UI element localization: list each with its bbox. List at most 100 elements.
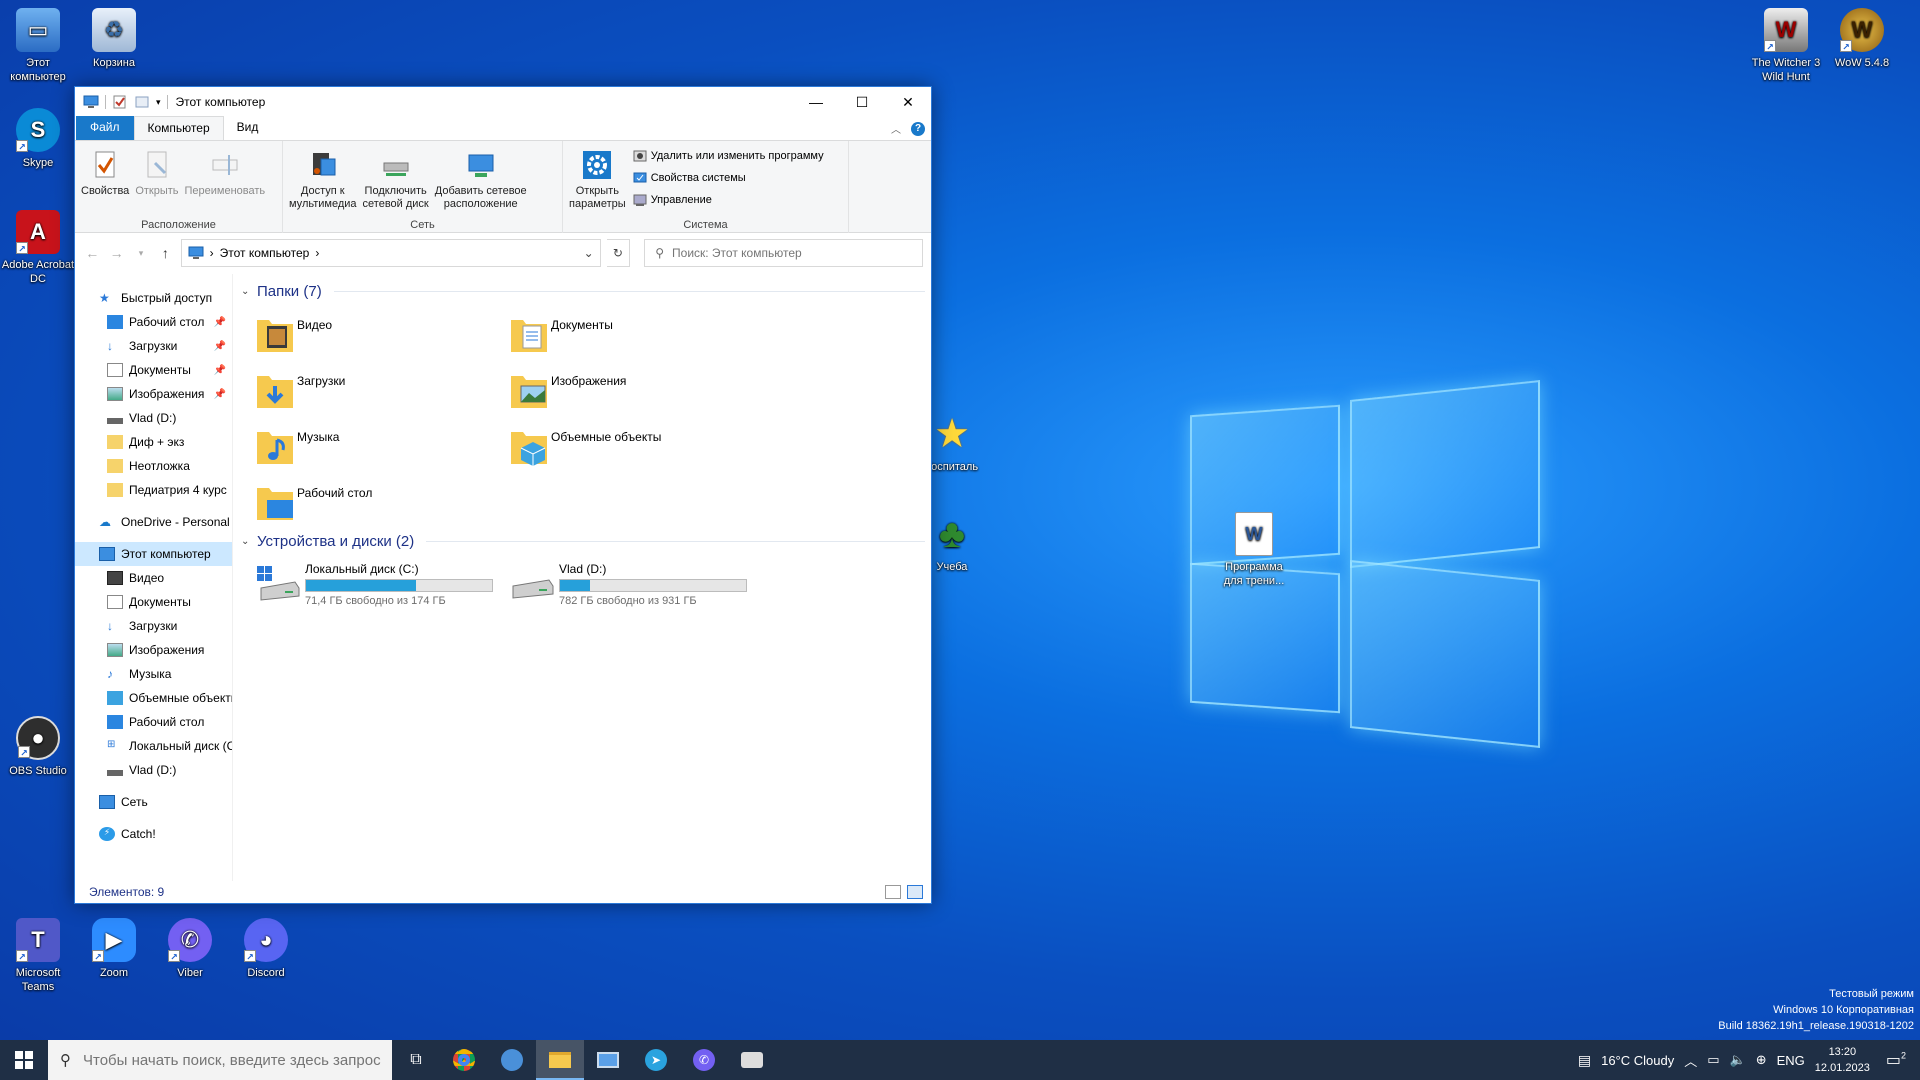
refresh-button[interactable]: ↻ [606, 239, 631, 267]
computer-icon [188, 246, 204, 259]
up-button[interactable]: ↑ [156, 242, 174, 264]
desktop-icon-skype[interactable]: S ↗ Skype [0, 108, 76, 170]
tab-computer[interactable]: Компьютер [133, 116, 224, 140]
desktop-icon-obs[interactable]: ● ↗ OBS Studio [0, 716, 76, 778]
folder-item-music[interactable]: Музыка [253, 418, 507, 472]
details-view-icon[interactable] [885, 885, 901, 899]
task-view-button[interactable]: ⧉ [392, 1040, 440, 1080]
weather-text[interactable]: 16°C Cloudy [1601, 1053, 1674, 1068]
nav-pc-desktop[interactable]: Рабочий стол [75, 710, 232, 734]
close-button[interactable]: ✕ [885, 87, 931, 117]
desktop-icon-zoom[interactable]: ▶ ↗ Zoom [76, 918, 152, 980]
documents-folder-icon [511, 320, 547, 352]
recent-locations-button[interactable]: ▾ [132, 242, 150, 264]
new-folder-icon[interactable] [134, 95, 150, 109]
nav-quick-downloads[interactable]: ↓ Загрузки 📌 [75, 334, 232, 358]
battery-icon[interactable]: ▭ [1707, 1052, 1719, 1068]
language-indicator[interactable]: ENG [1777, 1053, 1805, 1068]
chevron-down-icon: ⌄ [241, 535, 250, 547]
nav-pc-videos[interactable]: Видео [75, 566, 232, 590]
taskbar-chrome[interactable] [440, 1040, 488, 1080]
taskbar-search-box[interactable]: ⚲ [48, 1040, 392, 1080]
folder-item-documents[interactable]: Документы [507, 306, 761, 360]
explorer-window[interactable]: ▾ Этот компьютер — ☐ ✕ Файл Компьютер Ви… [74, 86, 932, 904]
notification-center-button[interactable]: ▭2 [1880, 1050, 1912, 1070]
taskbar-camera[interactable] [728, 1040, 776, 1080]
desktop-icon-witcher[interactable]: W ↗ The Witcher 3 Wild Hunt [1748, 8, 1824, 84]
search-box[interactable]: ⚲ [644, 239, 924, 267]
quick-access-dropdown-icon[interactable]: ▾ [156, 97, 161, 108]
desktop-icon-viber[interactable]: ✆ ↗ Viber [152, 918, 228, 980]
desktop-icon-teams[interactable]: T ↗ Microsoft Teams [0, 918, 76, 994]
minimize-button[interactable]: — [793, 87, 839, 117]
drive-item-c[interactable]: Локальный диск (C:) 71,4 ГБ свободно из … [255, 562, 509, 607]
nav-pc-downloads[interactable]: ↓ Загрузки [75, 614, 232, 638]
nav-quick-folder[interactable]: Неотложка [75, 454, 232, 478]
manage-button[interactable]: Управление [633, 191, 824, 209]
address-dropdown-icon[interactable]: ⌄ [578, 246, 600, 260]
title-bar[interactable]: ▾ Этот компьютер — ☐ ✕ [75, 87, 931, 117]
ribbon: Свойства Открыть Переименовать Расположе… [75, 141, 931, 233]
tree-icon: ♣ [938, 512, 966, 556]
nav-pc-3d-objects[interactable]: Объемные объекты [75, 686, 232, 710]
nav-pc-drive-c[interactable]: ⊞ Локальный диск (C:) [75, 734, 232, 758]
nav-this-pc[interactable]: Этот компьютер [75, 542, 232, 566]
tab-view[interactable]: Вид [224, 116, 272, 140]
address-input[interactable]: › Этот компьютер › ⌄ [180, 239, 601, 267]
folder-item-3d-objects[interactable]: Объемные объекты [507, 418, 761, 472]
system-properties-button[interactable]: Свойства системы [633, 169, 824, 187]
desktop-icon-word-doc[interactable]: W Программа для трени... [1216, 512, 1292, 588]
nav-catch[interactable]: ⚡ Catch! [75, 822, 232, 846]
nav-quick-folder[interactable]: Диф + экз [75, 430, 232, 454]
nav-pc-documents[interactable]: Документы [75, 590, 232, 614]
folders-group-header[interactable]: ⌄ Папки (7) [241, 280, 925, 302]
nav-quick-folder[interactable]: Педиатрия 4 курс [75, 478, 232, 502]
folder-item-downloads[interactable]: Загрузки [253, 362, 507, 416]
forward-button[interactable]: → [107, 242, 125, 264]
taskbar-search-input[interactable] [83, 1051, 383, 1069]
nav-pc-drive-d[interactable]: Vlad (D:) [75, 758, 232, 782]
nav-quick-drive-d[interactable]: Vlad (D:) [75, 406, 232, 430]
breadcrumb-this-pc[interactable]: Этот компьютер [220, 246, 310, 260]
devices-group-header[interactable]: ⌄ Устройства и диски (2) [241, 530, 925, 552]
folder-item-pictures[interactable]: Изображения [507, 362, 761, 416]
taskbar-telegram[interactable]: ➤ [632, 1040, 680, 1080]
desktop-icon-recycle-bin[interactable]: ♻ Корзина [76, 8, 152, 70]
nav-quick-pictures[interactable]: Изображения 📌 [75, 382, 232, 406]
large-icons-view-icon[interactable] [907, 885, 923, 899]
desktop-icon-this-pc[interactable]: ▭ Этот компьютер [0, 8, 76, 84]
desktop-icon-discord[interactable]: ◕ ↗ Discord [228, 918, 304, 980]
folder-item-desktop[interactable]: Рабочий стол [253, 474, 507, 528]
collapse-ribbon-icon[interactable]: ︿ [891, 121, 901, 136]
nav-onedrive[interactable]: ☁ OneDrive - Personal [75, 510, 232, 534]
start-button[interactable] [0, 1040, 48, 1080]
drive-item-d[interactable]: Vlad (D:) 782 ГБ свободно из 931 ГБ [509, 562, 763, 607]
taskbar-file-explorer[interactable] [536, 1040, 584, 1080]
maximize-button[interactable]: ☐ [839, 87, 885, 117]
properties-check-icon[interactable] [112, 95, 128, 109]
back-button[interactable]: ← [83, 242, 101, 264]
nav-quick-documents[interactable]: Документы 📌 [75, 358, 232, 382]
nav-network[interactable]: Сеть [75, 790, 232, 814]
volume-icon[interactable]: 🔈 [1730, 1052, 1746, 1068]
taskbar-remote-desktop[interactable] [584, 1040, 632, 1080]
network-globe-icon[interactable]: ⊕ [1756, 1052, 1767, 1068]
nav-pc-pictures[interactable]: Изображения [75, 638, 232, 662]
witcher-icon: W ↗ [1764, 8, 1808, 52]
search-input[interactable] [672, 246, 923, 260]
tab-file[interactable]: Файл [76, 116, 134, 140]
folder-item-videos[interactable]: Видео [253, 306, 507, 360]
taskbar-viber[interactable]: ✆ [680, 1040, 728, 1080]
nav-quick-desktop[interactable]: Рабочий стол 📌 [75, 310, 232, 334]
nav-pc-music[interactable]: ♪ Музыка [75, 662, 232, 686]
desktop-icon-acrobat[interactable]: A ↗ Adobe Acrobat DC [0, 210, 76, 286]
clock[interactable]: 13:20 12.01.2023 [1815, 1044, 1870, 1076]
help-icon[interactable]: ? [911, 121, 925, 136]
show-hidden-icons-icon[interactable]: ︿ [1684, 1051, 1697, 1070]
nav-quick-access[interactable]: ★ Быстрый доступ [75, 286, 232, 310]
desktop-icon-wow[interactable]: W ↗ WoW 5.4.8 [1824, 8, 1900, 70]
weather-icon[interactable]: ▤ [1578, 1052, 1591, 1069]
uninstall-program-button[interactable]: Удалить или изменить программу [633, 147, 824, 165]
taskbar-browser[interactable] [488, 1040, 536, 1080]
drive-icon [107, 770, 123, 776]
